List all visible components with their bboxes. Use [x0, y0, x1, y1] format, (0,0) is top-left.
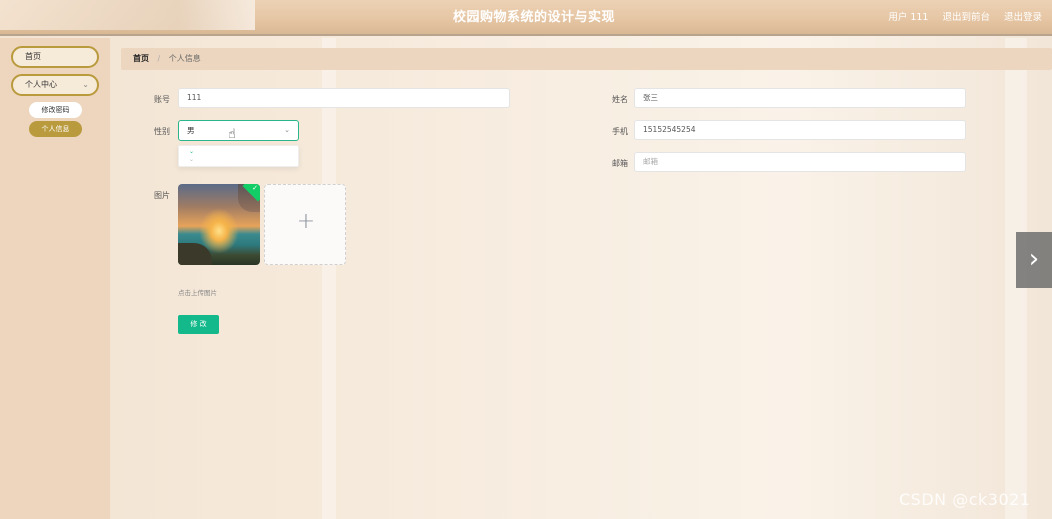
email-field[interactable]: 邮箱: [634, 152, 966, 172]
dropdown-option-icon[interactable]: ⌄: [189, 156, 194, 163]
upload-tip: 点击上传图片: [178, 289, 217, 297]
dropdown-option-icon[interactable]: ⌄: [189, 148, 194, 155]
header-actions: 用户 111 退出到前台 退出登录: [888, 9, 1042, 23]
breadcrumb: 首页 / 个人信息: [121, 48, 1052, 70]
plus-icon: +: [296, 209, 316, 234]
top-header: 校园购物系统的设计与实现 用户 111 退出到前台 退出登录: [0, 0, 1052, 36]
breadcrumb-separator: /: [157, 54, 161, 63]
watermark: CSDN @ck3021: [899, 490, 1031, 509]
uploaded-image-thumbnail[interactable]: ✓: [178, 184, 260, 265]
sidebar-subitem-change-password[interactable]: 修改密码: [29, 102, 82, 118]
account-field[interactable]: 111: [178, 88, 510, 108]
sidebar-item-label: 首页: [25, 52, 41, 61]
hand-cursor-icon: ☝: [228, 127, 236, 142]
sidebar-item-label: 个人中心: [25, 80, 57, 89]
update-button[interactable]: 修 改: [178, 315, 219, 334]
account-label: 账号: [154, 95, 170, 104]
name-label: 姓名: [612, 95, 628, 104]
email-label: 邮箱: [612, 159, 628, 168]
breadcrumb-home[interactable]: 首页: [133, 54, 149, 63]
chevron-down-icon: ⌄: [284, 126, 290, 134]
check-icon: ✓: [252, 184, 258, 192]
phone-field[interactable]: 15152545254: [634, 120, 966, 140]
gender-label: 性别: [154, 127, 170, 136]
name-field[interactable]: 张三: [634, 88, 966, 108]
breadcrumb-current: 个人信息: [168, 54, 201, 63]
image-label: 图片: [154, 191, 170, 200]
chevron-right-icon[interactable]: ›: [1016, 232, 1052, 288]
sidebar: 首页 个人中心 ⌄ 修改密码 个人信息: [0, 38, 110, 519]
gender-dropdown[interactable]: ⌄ ⌄: [178, 145, 299, 167]
current-user-label: 用户 111: [888, 12, 929, 23]
gender-select-value: 男: [187, 126, 195, 135]
background-pillar: [322, 38, 336, 519]
sidebar-subitem-personal-info[interactable]: 个人信息: [29, 121, 82, 137]
chevron-down-icon: ⌄: [82, 80, 89, 89]
gender-select[interactable]: 男 ⌄: [178, 120, 299, 141]
back-to-frontend-link[interactable]: 退出到前台: [942, 9, 990, 23]
sidebar-item-personal-center[interactable]: 个人中心 ⌄: [11, 74, 99, 96]
thumbnail-detail: [178, 243, 212, 265]
sidebar-item-home[interactable]: 首页: [11, 46, 99, 68]
phone-label: 手机: [612, 127, 628, 136]
image-upload-button[interactable]: +: [264, 184, 346, 265]
logout-link[interactable]: 退出登录: [1004, 9, 1042, 23]
